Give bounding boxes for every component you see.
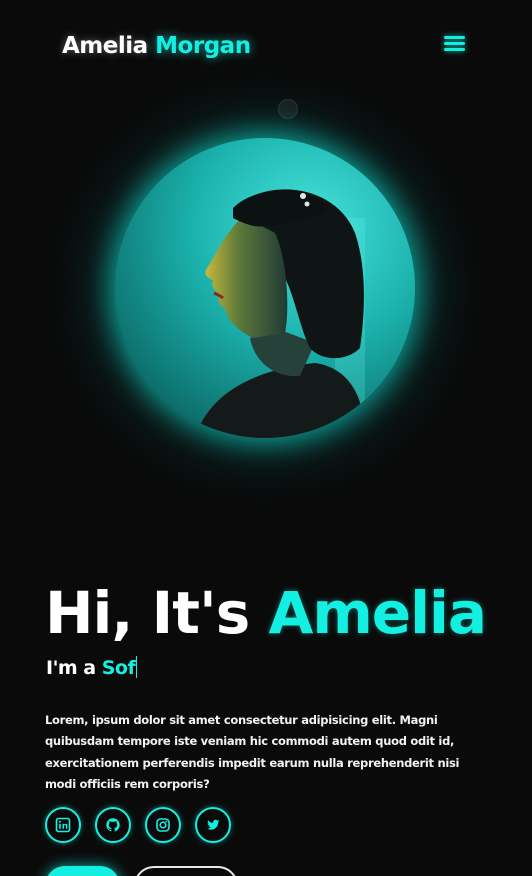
primary-cta-button[interactable] (45, 866, 120, 876)
custom-cursor (278, 99, 298, 119)
logo-last-name: Morgan (155, 33, 251, 59)
role-typed-text: Sof (101, 657, 136, 679)
logo-first-name: Amelia (62, 33, 148, 59)
github-link[interactable] (95, 807, 131, 843)
twitter-icon (207, 819, 220, 830)
hero-greeting: Hi, It's Amelia (45, 578, 487, 648)
greeting-name: Amelia (268, 579, 487, 647)
portfolio-page: Amelia Morgan Hi, It's Amelia I'm a Sof … (0, 0, 532, 876)
linkedin-link[interactable] (45, 807, 81, 843)
twitter-link[interactable] (195, 807, 231, 843)
profile-photo (115, 138, 415, 438)
hamburger-menu-icon[interactable] (444, 36, 465, 54)
site-logo[interactable]: Amelia Morgan (62, 30, 251, 62)
linkedin-icon (55, 817, 71, 833)
instagram-icon (156, 818, 170, 832)
instagram-link[interactable] (145, 807, 181, 843)
github-icon (106, 818, 120, 832)
intro-paragraph: Lorem, ipsum dolor sit amet consectetur … (45, 712, 460, 792)
typing-caret (136, 656, 138, 678)
social-links (45, 807, 245, 843)
secondary-cta-button[interactable] (134, 866, 238, 876)
role-prefix: I'm a (46, 657, 96, 679)
typed-role-line: I'm a Sof (46, 654, 138, 682)
greeting-prefix: Hi, It's (45, 579, 250, 647)
